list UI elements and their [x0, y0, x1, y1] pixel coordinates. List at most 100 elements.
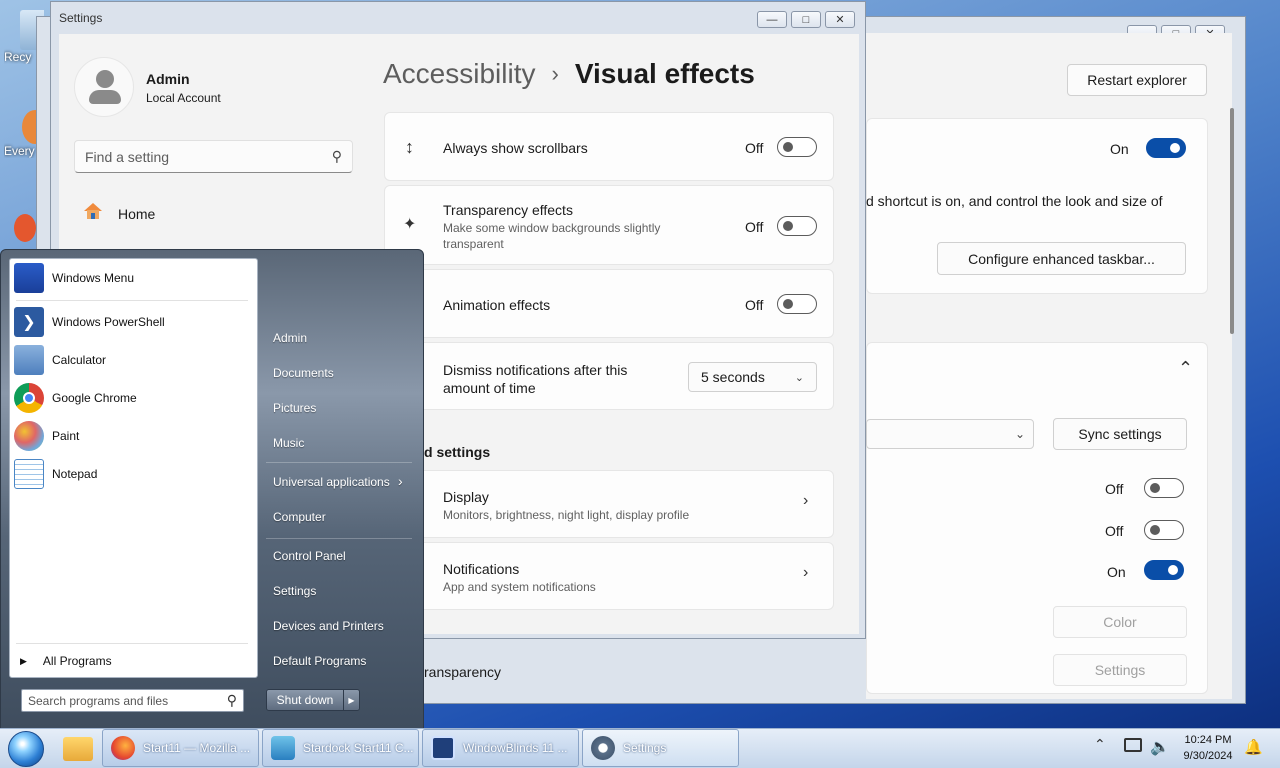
triangle-right-icon: ▶	[20, 655, 27, 666]
network-icon[interactable]	[1124, 738, 1142, 752]
setting-row-transparency: ✦ Transparency effects Make some window …	[384, 185, 834, 265]
volume-icon[interactable]: 🔈	[1150, 737, 1170, 757]
configure-taskbar-button[interactable]: Configure enhanced taskbar...	[937, 242, 1186, 275]
pinned-notepad[interactable]: Notepad	[14, 458, 97, 490]
all-programs[interactable]: ▶ All Programs	[20, 654, 112, 668]
related-display[interactable]: Display Monitors, brightness, night ligh…	[384, 470, 834, 538]
pinned-label: Windows Menu	[52, 271, 135, 285]
row1-toggle[interactable]	[1144, 478, 1184, 498]
pinned-windows-menu[interactable]: Windows Menu	[14, 262, 134, 294]
shutdown-button[interactable]: Shut down	[267, 690, 343, 710]
row3-state: On	[1107, 564, 1126, 580]
pinned-calculator[interactable]: Calculator	[14, 344, 106, 376]
setting-title: Always show scrollbars	[443, 140, 588, 156]
firefox-desktop-icon[interactable]	[14, 214, 36, 242]
scrollbars-toggle[interactable]	[777, 137, 817, 157]
transparency-icon: ✦	[403, 216, 417, 233]
start-link-universal-apps[interactable]: Universal applications	[273, 475, 390, 489]
chevron-up-icon[interactable]: ⌃	[1094, 736, 1106, 753]
start-link-music[interactable]: Music	[273, 436, 304, 450]
file-explorer-icon[interactable]	[63, 737, 93, 761]
divider	[266, 462, 412, 463]
windowblinds-icon	[431, 736, 455, 760]
close-button[interactable]: ✕	[825, 11, 855, 28]
minimize-button[interactable]: —	[757, 11, 787, 28]
theme-dropdown[interactable]: ⌄	[866, 419, 1034, 449]
transparency-settings-button[interactable]: Settings	[1053, 654, 1187, 686]
breadcrumb-parent[interactable]: Accessibility	[383, 58, 535, 90]
clock[interactable]: 10:24 PM 9/30/2024	[1176, 732, 1240, 764]
taskbar-button-settings[interactable]: Settings	[582, 729, 739, 767]
setting-state: Off	[745, 297, 764, 313]
setting-title: Transparency effects	[443, 202, 573, 218]
start-link-admin[interactable]: Admin	[273, 331, 307, 345]
start-link-documents[interactable]: Documents	[273, 366, 334, 380]
taskbar-button-label: Stardock Start11 C...	[303, 741, 414, 755]
shutdown-options-arrow-icon[interactable]: ▶	[343, 690, 359, 710]
animation-toggle[interactable]	[777, 294, 817, 314]
related-settings-heading: d settings	[424, 444, 491, 460]
setting-state: Off	[745, 219, 764, 235]
firefox-icon	[111, 736, 135, 760]
pinned-label: Google Chrome	[52, 391, 137, 405]
setting-title: Dismiss notifications after this amount …	[443, 362, 628, 396]
collapse-chevron-icon[interactable]: ⌃	[1178, 358, 1193, 379]
start-link-pictures[interactable]: Pictures	[273, 401, 316, 415]
pinned-label: Windows PowerShell	[52, 315, 165, 329]
start-link-devices-printers[interactable]: Devices and Printers	[273, 619, 384, 633]
setting-subtitle: Make some window backgrounds slightly tr…	[443, 221, 661, 251]
taskbar-button-firefox[interactable]: Start11 — Mozilla ...	[102, 729, 259, 767]
start-search-placeholder: Search programs and files	[28, 694, 169, 708]
start-link-default-programs[interactable]: Default Programs	[273, 654, 366, 668]
taskbar-settings-card	[866, 342, 1208, 694]
calculator-icon	[14, 345, 44, 375]
setting-row-scrollbars: ↕ Always show scrollbars Off	[384, 112, 834, 181]
chevron-right-icon: ›	[803, 564, 809, 581]
row1-state: Off	[1105, 481, 1124, 497]
paint-icon	[14, 421, 44, 451]
taskbar-button-windowblinds[interactable]: WindowBlinds 11 ...	[422, 729, 579, 767]
row3-toggle[interactable]	[1144, 560, 1184, 580]
color-button[interactable]: Color	[1053, 606, 1187, 638]
restart-explorer-button[interactable]: Restart explorer	[1067, 64, 1207, 96]
related-notifications[interactable]: Notifications App and system notificatio…	[384, 542, 834, 610]
window-title: Settings	[59, 11, 103, 25]
chrome-icon	[14, 383, 44, 413]
taskbar-description: d shortcut is on, and control the look a…	[866, 193, 1163, 209]
taskbar-button-label: Settings	[623, 741, 667, 755]
start-link-control-panel[interactable]: Control Panel	[273, 549, 346, 563]
start-search-input[interactable]: Search programs and files ⚲	[21, 689, 244, 712]
sync-settings-button[interactable]: Sync settings	[1053, 418, 1187, 450]
search-placeholder: Find a setting	[85, 149, 170, 165]
related-title: Notifications	[443, 561, 520, 577]
all-programs-label: All Programs	[42, 654, 112, 668]
transparency-toggle[interactable]	[777, 216, 817, 236]
maximize-button[interactable]: □	[791, 11, 821, 28]
setting-title: Animation effects	[443, 297, 551, 313]
pinned-chrome[interactable]: Google Chrome	[14, 382, 137, 414]
enhanced-taskbar-toggle[interactable]	[1146, 138, 1186, 158]
powershell-icon: ❯	[14, 307, 44, 337]
taskbar-button-start11[interactable]: Stardock Start11 C...	[262, 729, 419, 767]
setting-state: Off	[745, 140, 764, 156]
row2-toggle[interactable]	[1144, 520, 1184, 540]
start-link-computer[interactable]: Computer	[273, 510, 326, 524]
pinned-paint[interactable]: Paint	[14, 420, 79, 452]
user-name: Admin	[146, 71, 190, 87]
divider	[16, 300, 248, 301]
pinned-powershell[interactable]: ❯ Windows PowerShell	[14, 306, 165, 338]
user-icon	[96, 70, 114, 88]
pinned-label: Calculator	[52, 353, 107, 367]
related-subtitle: App and system notifications	[443, 580, 596, 594]
scrollbar[interactable]	[1230, 108, 1234, 334]
setting-row-animation: Animation effects Off	[384, 269, 834, 338]
home-label: Home	[118, 206, 156, 222]
search-input[interactable]: Find a setting ⚲	[74, 140, 353, 173]
start-link-settings[interactable]: Settings	[273, 584, 316, 598]
notification-bell-icon[interactable]: 🔔	[1244, 738, 1263, 756]
start-button[interactable]	[8, 731, 44, 767]
nav-item-home[interactable]: Home	[74, 196, 353, 232]
dismiss-time-dropdown[interactable]: 5 seconds ⌄	[688, 362, 817, 392]
clock-time: 10:24 PM	[1184, 734, 1232, 746]
desktop-icon-label: Recy	[4, 50, 32, 64]
